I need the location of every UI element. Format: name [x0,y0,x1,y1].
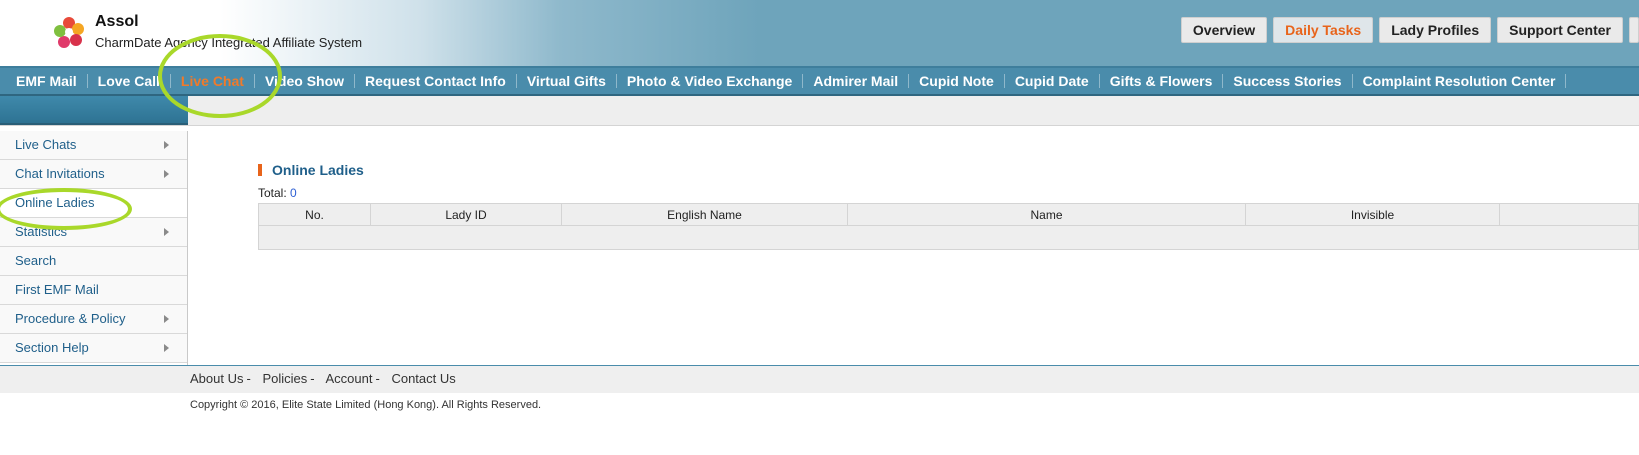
footer-separator: - [246,371,251,386]
chevron-right-icon [164,170,169,178]
online-ladies-table: No. Lady ID English Name Name Invisible [258,203,1639,250]
sidebar-item-live-chats[interactable]: Live Chats [0,131,187,160]
nav-virtual-gifts[interactable]: Virtual Gifts [517,74,617,88]
column-header-name: Name [847,203,1246,226]
chevron-right-icon [164,228,169,236]
column-header-invisible: Invisible [1245,203,1500,226]
more-button[interactable] [1629,17,1639,43]
footer-separator: - [375,371,380,386]
table-empty-row [258,225,1639,250]
footer-link-policies[interactable]: Policies [262,371,307,386]
total-count: Total: 0 [258,186,1639,200]
support-center-button[interactable]: Support Center [1497,17,1623,43]
main-content: Online Ladies Total: 0 No. Lady ID Engli… [258,160,1639,250]
sidebar-item-label: Live Chats [15,137,77,152]
assol-logo-icon [54,17,84,48]
footer-links: About Us - Policies - Account - Contact Us [190,371,456,386]
sidebar-item-label: Procedure & Policy [15,311,126,326]
sidebar-item-label: First EMF Mail [15,282,99,297]
sidebar: Live Chats Chat Invitations Online Ladie… [0,131,188,365]
total-label: Total: [258,186,287,200]
sidebar-item-search[interactable]: Search [0,247,187,276]
sidebar-item-procedure-policy[interactable]: Procedure & Policy [0,305,187,334]
nav-request-contact-info[interactable]: Request Contact Info [355,74,517,88]
page-title-text: Online Ladies [272,162,364,178]
nav-cupid-note[interactable]: Cupid Note [909,74,1005,88]
sidebar-item-chat-invitations[interactable]: Chat Invitations [0,160,187,189]
sidebar-item-label: Search [15,253,57,268]
nav-cupid-date[interactable]: Cupid Date [1005,74,1100,88]
chevron-right-icon [164,344,169,352]
column-header-english-name: English Name [561,203,848,226]
nav-gifts-flowers[interactable]: Gifts & Flowers [1100,74,1224,88]
footer-link-account[interactable]: Account [326,371,373,386]
chevron-right-icon [164,141,169,149]
annotation-circle-online-ladies [0,188,132,230]
sidebar-item-first-emf-mail[interactable]: First EMF Mail [0,276,187,305]
nav-admirer-mail[interactable]: Admirer Mail [803,74,910,88]
sidebar-item-section-help[interactable]: Section Help [0,334,187,363]
lady-profiles-button[interactable]: Lady Profiles [1379,17,1492,43]
chevron-right-icon [164,315,169,323]
column-header-no: No. [258,203,371,226]
sidebar-item-label: Chat Invitations [15,166,105,181]
brand-name: Assol [95,13,139,30]
page-title: Online Ladies [258,160,1639,180]
daily-tasks-button[interactable]: Daily Tasks [1273,17,1374,43]
column-header-lady-id: Lady ID [370,203,562,226]
copyright-text: Copyright © 2016, Elite State Limited (H… [190,399,542,411]
footer-link-about-us[interactable]: About Us [190,371,243,386]
sidebar-header [0,96,188,125]
total-value: 0 [290,186,297,200]
footer-link-contact-us[interactable]: Contact Us [391,371,455,386]
overview-button[interactable]: Overview [1180,17,1268,43]
title-marker [258,164,262,176]
column-header-extra [1499,203,1639,226]
sidebar-item-label: Section Help [15,340,89,355]
footer-separator: - [310,371,315,386]
nav-complaint-resolution-center[interactable]: Complaint Resolution Center [1353,74,1567,88]
nav-emf-mail[interactable]: EMF Mail [6,74,88,88]
top-button-group: Overview Daily Tasks Lady Profiles Suppo… [1180,17,1639,43]
table-header-row: No. Lady ID English Name Name Invisible [258,203,1639,226]
nav-photo-video-exchange[interactable]: Photo & Video Exchange [617,74,804,88]
nav-success-stories[interactable]: Success Stories [1223,74,1353,88]
table-empty-cell [258,225,1639,250]
annotation-circle-live-chat [158,34,282,118]
